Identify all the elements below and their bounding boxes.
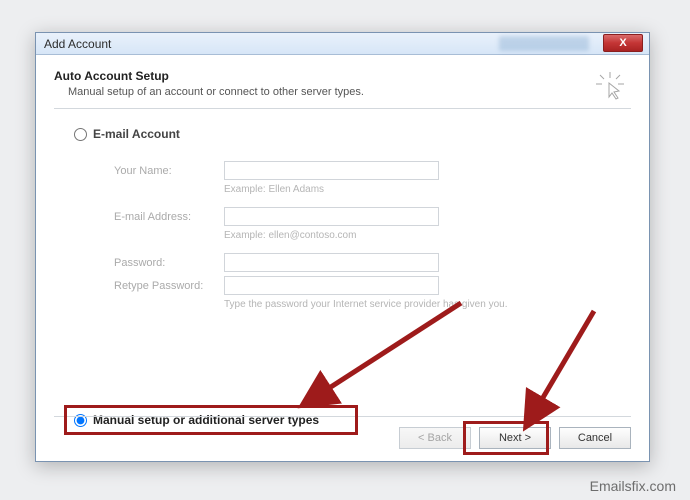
header-divider	[54, 108, 631, 109]
email-account-label: E-mail Account	[93, 127, 180, 141]
password-label: Password:	[114, 257, 224, 269]
your-name-example: Example: Ellen Adams	[224, 184, 631, 195]
add-account-window: Add Account X Auto Account Setup Manual …	[35, 32, 650, 462]
annotation-box-manual	[64, 405, 358, 435]
watermark: Emailsfix.com	[590, 478, 676, 494]
annotation-box-next	[463, 421, 549, 455]
retype-password-field	[224, 276, 439, 295]
titlebar[interactable]: Add Account X	[36, 33, 649, 55]
retype-password-label: Retype Password:	[114, 280, 224, 292]
password-hint: Type the password your Internet service …	[224, 299, 631, 310]
background-blur	[499, 36, 589, 51]
close-button[interactable]: X	[603, 34, 643, 52]
cursor-sparkle-icon	[595, 71, 625, 108]
page-subtitle: Manual setup of an account or connect to…	[68, 86, 364, 98]
password-field	[224, 253, 439, 272]
window-title: Add Account	[44, 37, 111, 51]
email-account-form: Your Name: Example: Ellen Adams E-mail A…	[114, 161, 631, 310]
option-email-account[interactable]: E-mail Account	[74, 127, 631, 141]
email-label: E-mail Address:	[114, 211, 224, 223]
your-name-field	[224, 161, 439, 180]
your-name-label: Your Name:	[114, 165, 224, 177]
email-example: Example: ellen@contoso.com	[224, 230, 631, 241]
close-icon: X	[619, 37, 626, 49]
email-field	[224, 207, 439, 226]
email-account-radio[interactable]	[74, 128, 87, 141]
page-title: Auto Account Setup	[54, 69, 364, 83]
back-button: < Back	[399, 427, 471, 449]
cancel-button[interactable]: Cancel	[559, 427, 631, 449]
